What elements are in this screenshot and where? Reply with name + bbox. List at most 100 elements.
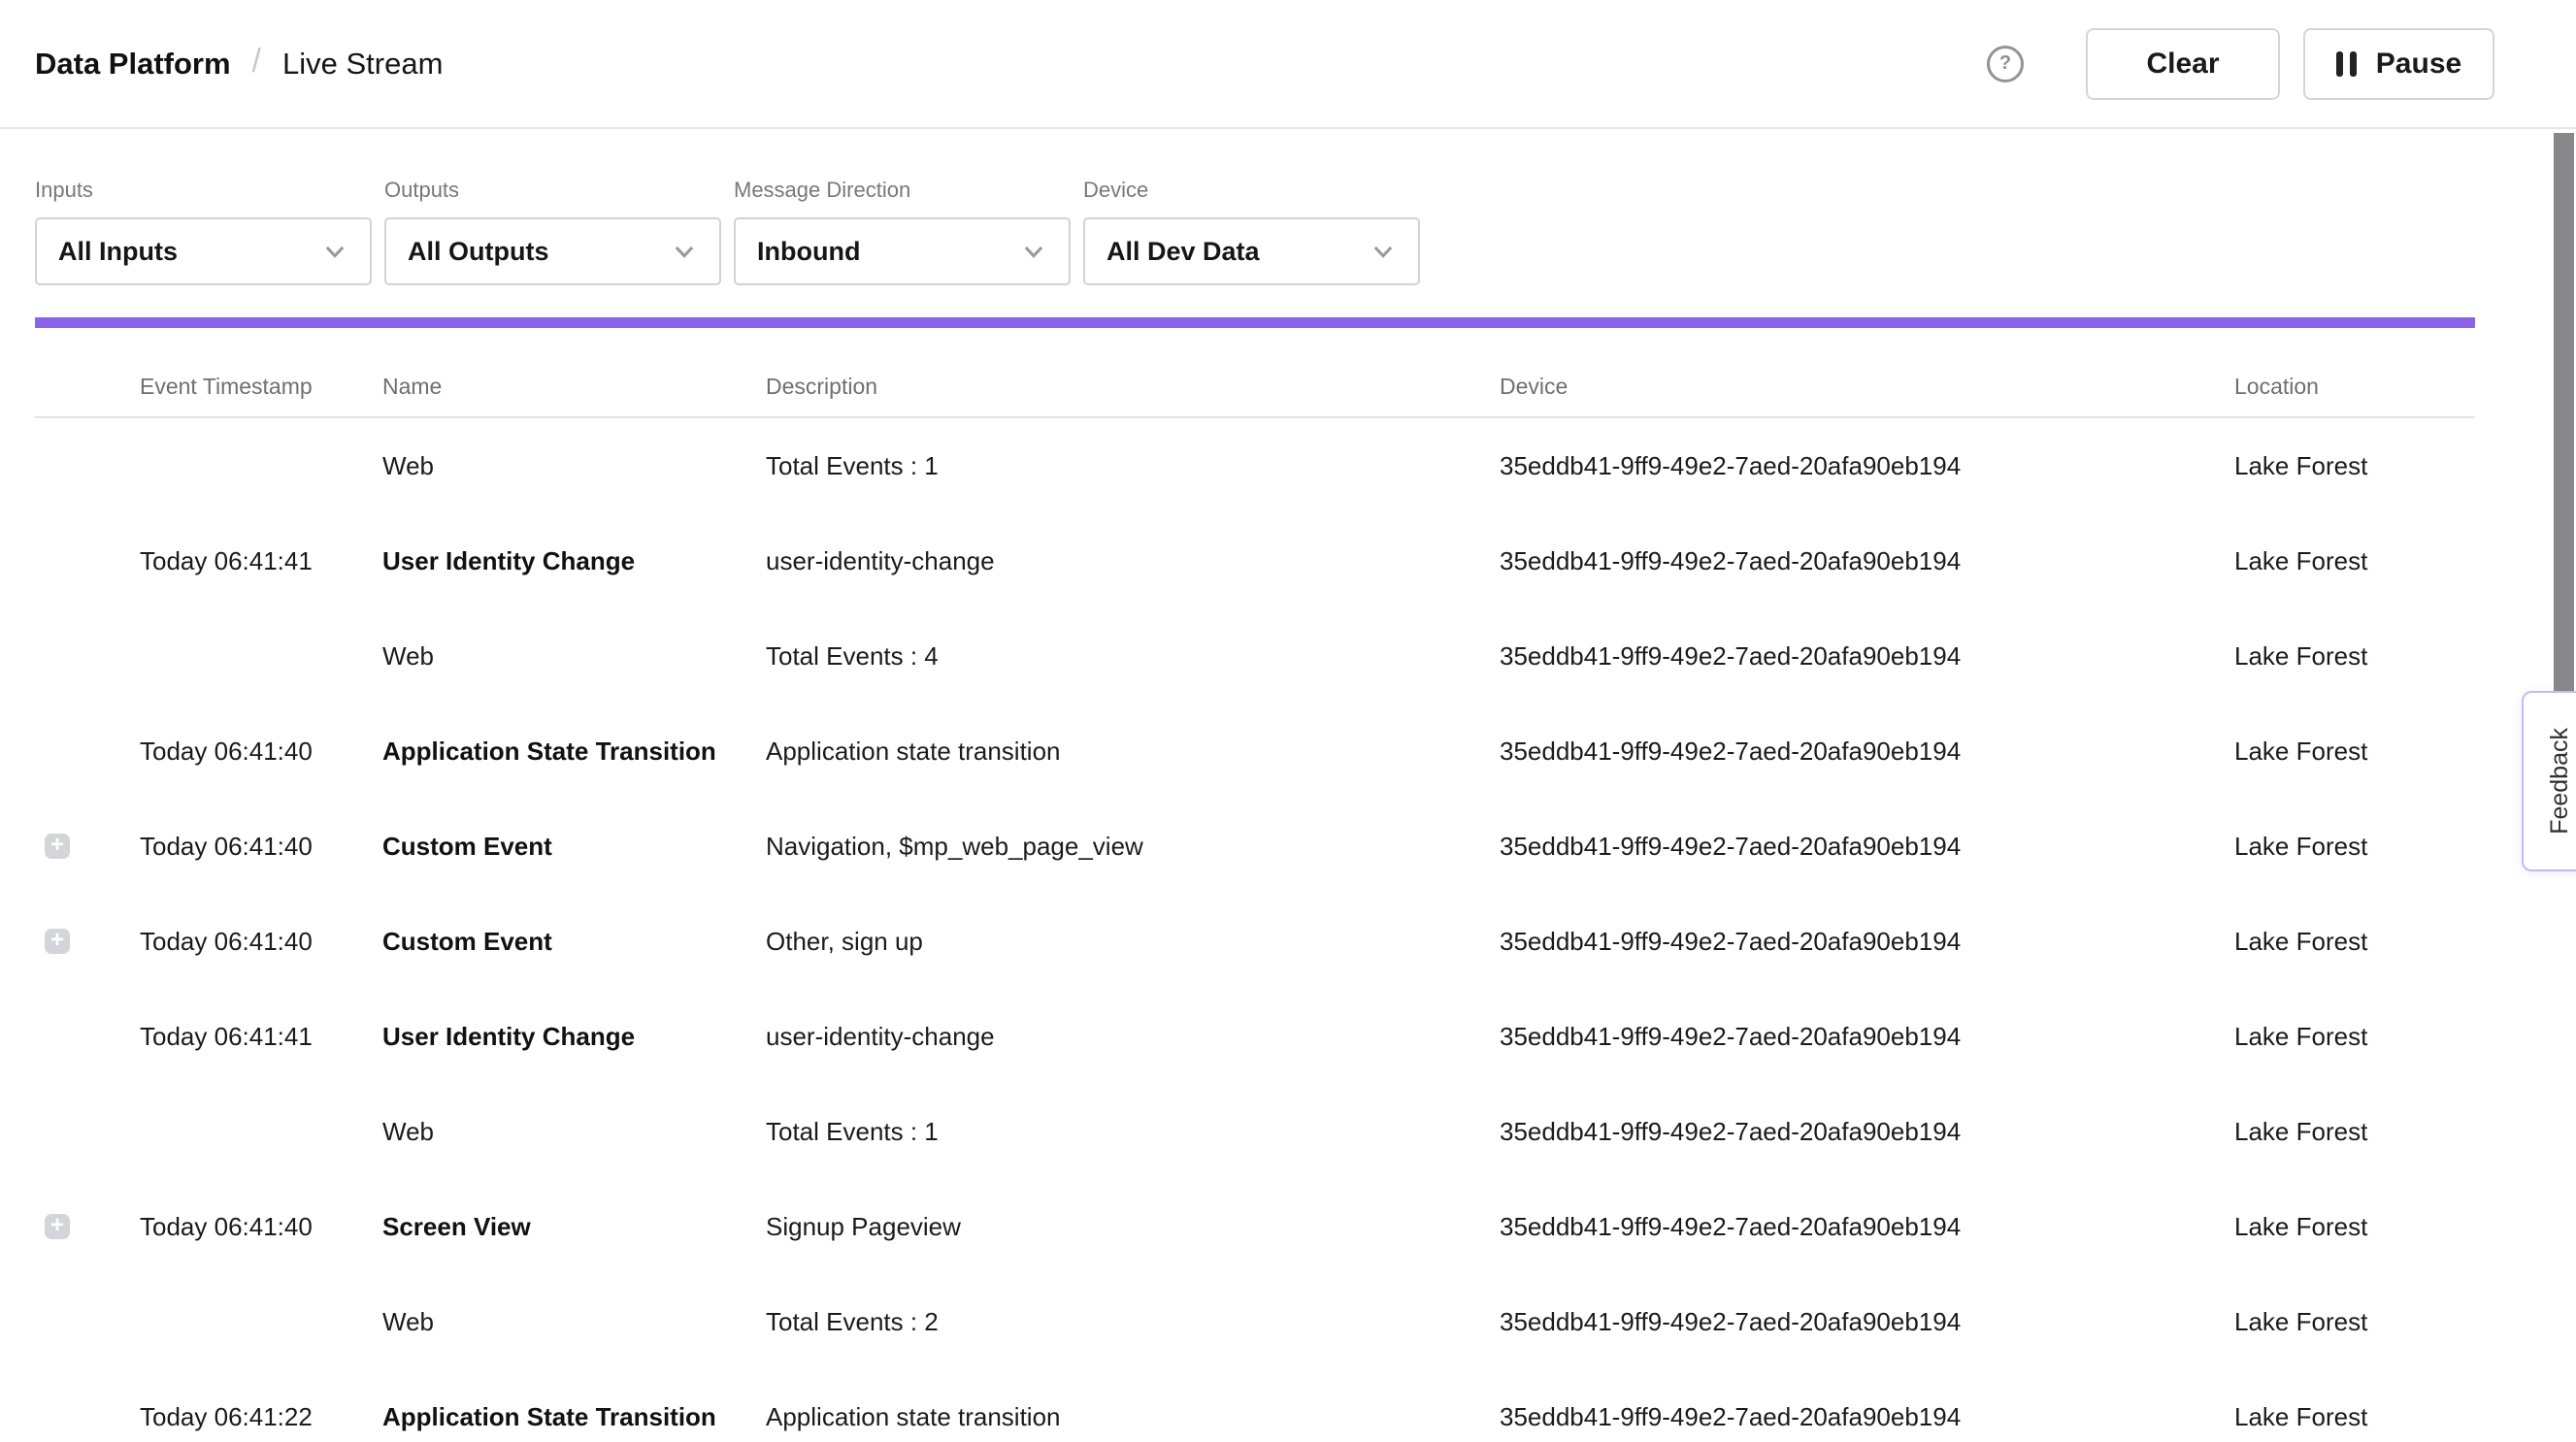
clear-button-label: Clear [2146,48,2219,81]
filter-bar: Inputs All Inputs Outputs All Outputs Me… [35,178,1420,285]
outputs-select-value: All Outputs [408,237,671,267]
pause-button-label: Pause [2376,48,2461,81]
cell-location: Lake Forest [2234,1402,2475,1432]
vertical-scrollbar-thumb[interactable] [2554,133,2574,693]
table-row[interactable]: + Web Total Events : 4 35eddb41-9ff9-49e… [0,608,2475,704]
cell-device: 35eddb41-9ff9-49e2-7aed-20afa90eb194 [1500,1307,2234,1337]
table-row[interactable]: + Web Total Events : 1 35eddb41-9ff9-49e… [0,418,2475,513]
inputs-select-value: All Inputs [58,237,321,267]
table-header-row: Event Timestamp Name Description Device … [0,357,2475,416]
chevron-down-icon [321,238,348,265]
chevron-down-icon [1370,238,1397,265]
cell-location: Lake Forest [2234,641,2475,672]
table-row[interactable]: + Today 06:41:40 Custom Event Navigation… [0,799,2475,894]
clear-button[interactable]: Clear [2086,28,2280,100]
filter-outputs-label: Outputs [384,178,721,203]
cell-location: Lake Forest [2234,451,2475,481]
outputs-select[interactable]: All Outputs [384,217,721,285]
cell-timestamp: Today 06:41:40 [140,927,382,957]
column-header-timestamp: Event Timestamp [140,374,382,400]
page-title: Live Stream [282,47,443,82]
cell-description: Application state transition [766,737,1500,767]
cell-device: 35eddb41-9ff9-49e2-7aed-20afa90eb194 [1500,451,2234,481]
plus-icon: + [50,1214,64,1237]
cell-name: Application State Transition [382,1402,766,1432]
column-header-device: Device [1500,374,2234,400]
table-row[interactable]: + Today 06:41:40 Custom Event Other, sig… [0,894,2475,989]
cell-name: User Identity Change [382,546,766,576]
plus-icon: + [50,929,64,952]
live-stream-progress-bar [35,317,2475,328]
expand-row-button[interactable]: + [45,929,70,954]
cell-location: Lake Forest [2234,1307,2475,1337]
cell-timestamp: Today 06:41:41 [140,1022,382,1052]
page-header: Data Platform / Live Stream ? Clear Paus… [0,0,2576,129]
filter-message-direction: Message Direction Inbound [734,178,1071,285]
help-icon[interactable]: ? [1987,46,2024,82]
cell-description: Navigation, $mp_web_page_view [766,832,1500,862]
device-select[interactable]: All Dev Data [1083,217,1420,285]
column-header-location: Location [2234,374,2475,400]
cell-description: user-identity-change [766,546,1500,576]
column-header-name: Name [382,374,766,400]
chevron-down-icon [671,238,698,265]
cell-description: Signup Pageview [766,1212,1500,1242]
cell-timestamp: Today 06:41:40 [140,832,382,862]
cell-device: 35eddb41-9ff9-49e2-7aed-20afa90eb194 [1500,546,2234,576]
cell-description: Total Events : 4 [766,641,1500,672]
cell-timestamp: Today 06:41:40 [140,1212,382,1242]
column-header-description: Description [766,374,1500,400]
filter-message-direction-label: Message Direction [734,178,1071,203]
table-row[interactable]: + Today 06:41:41 User Identity Change us… [0,989,2475,1084]
table-row[interactable]: + Web Total Events : 1 35eddb41-9ff9-49e… [0,1084,2475,1179]
feedback-tab[interactable]: Feedback [2522,691,2576,871]
expand-row-button[interactable]: + [45,1214,70,1239]
cell-name: Web [382,1307,766,1337]
table-row[interactable]: + Today 06:41:22 Application State Trans… [0,1369,2475,1442]
filter-inputs-label: Inputs [35,178,372,203]
cell-location: Lake Forest [2234,1117,2475,1147]
inputs-select[interactable]: All Inputs [35,217,372,285]
cell-description: Total Events : 1 [766,1117,1500,1147]
cell-name: Application State Transition [382,737,766,767]
table-row[interactable]: + Today 06:41:40 Screen View Signup Page… [0,1179,2475,1274]
cell-location: Lake Forest [2234,1212,2475,1242]
cell-device: 35eddb41-9ff9-49e2-7aed-20afa90eb194 [1500,1402,2234,1432]
expand-row-button[interactable]: + [45,834,70,859]
cell-device: 35eddb41-9ff9-49e2-7aed-20afa90eb194 [1500,737,2234,767]
cell-device: 35eddb41-9ff9-49e2-7aed-20afa90eb194 [1500,832,2234,862]
table-row[interactable]: + Today 06:41:40 Application State Trans… [0,704,2475,799]
cell-device: 35eddb41-9ff9-49e2-7aed-20afa90eb194 [1500,927,2234,957]
cell-location: Lake Forest [2234,832,2475,862]
breadcrumb: Data Platform / Live Stream [35,0,443,127]
pause-icon [2336,51,2357,77]
cell-device: 35eddb41-9ff9-49e2-7aed-20afa90eb194 [1500,641,2234,672]
cell-name: Web [382,451,766,481]
cell-name: Custom Event [382,927,766,957]
cell-name: Web [382,641,766,672]
table-row[interactable]: + Today 06:41:41 User Identity Change us… [0,513,2475,608]
event-table-body: + Web Total Events : 1 35eddb41-9ff9-49e… [0,418,2475,1442]
message-direction-select[interactable]: Inbound [734,217,1071,285]
cell-description: Application state transition [766,1402,1500,1432]
filter-device-label: Device [1083,178,1420,203]
message-direction-select-value: Inbound [757,237,1020,267]
filter-inputs: Inputs All Inputs [35,178,372,285]
table-row[interactable]: + Web Total Events : 2 35eddb41-9ff9-49e… [0,1274,2475,1369]
pause-button[interactable]: Pause [2303,28,2494,100]
plus-icon: + [50,834,64,857]
live-stream-page: Data Platform / Live Stream ? Clear Paus… [0,0,2576,1442]
breadcrumb-separator: / [252,43,261,81]
cell-location: Lake Forest [2234,1022,2475,1052]
cell-timestamp: Today 06:41:22 [140,1402,382,1432]
cell-device: 35eddb41-9ff9-49e2-7aed-20afa90eb194 [1500,1212,2234,1242]
cell-location: Lake Forest [2234,737,2475,767]
cell-timestamp: Today 06:41:40 [140,737,382,767]
device-select-value: All Dev Data [1106,237,1370,267]
breadcrumb-section[interactable]: Data Platform [35,47,231,82]
cell-description: Total Events : 1 [766,451,1500,481]
cell-name: User Identity Change [382,1022,766,1052]
filter-outputs: Outputs All Outputs [384,178,721,285]
cell-device: 35eddb41-9ff9-49e2-7aed-20afa90eb194 [1500,1022,2234,1052]
cell-timestamp: Today 06:41:41 [140,546,382,576]
